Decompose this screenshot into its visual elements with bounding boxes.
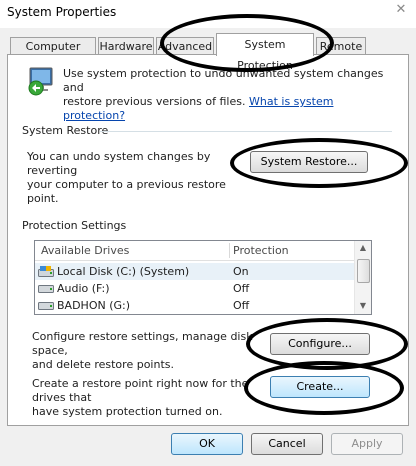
drive-protection: Off (233, 299, 250, 312)
drive-name: Local Disk (C:) (System) (57, 265, 190, 278)
ok-button[interactable]: OK (171, 433, 243, 455)
apply-button: Apply (331, 433, 403, 455)
create-line-2: have system protection turned on. (32, 405, 223, 418)
create-line-1: Create a restore point right now for the… (32, 377, 249, 404)
system-drive-icon (38, 266, 54, 277)
system-restore-button[interactable]: System Restore... (250, 151, 368, 173)
configure-button[interactable]: Configure... (270, 333, 370, 355)
tab-system-protection[interactable]: System Protection (216, 33, 314, 72)
create-description: Create a restore point right now for the… (32, 377, 277, 419)
drive-icon (38, 302, 54, 310)
create-button[interactable]: Create... (270, 376, 370, 398)
drives-scrollbar[interactable]: ▲ ▼ (354, 241, 371, 314)
intro-text: Use system protection to undo unwanted s… (63, 67, 393, 123)
drives-list[interactable]: Available Drives Protection Local Disk (… (34, 240, 372, 315)
system-protection-icon (27, 66, 59, 96)
system-restore-line-2: your computer to a previous restore poin… (27, 178, 226, 205)
scroll-thumb[interactable] (357, 259, 370, 283)
drive-protection: On (233, 265, 249, 278)
cancel-button[interactable]: Cancel (251, 433, 323, 455)
drive-row-f[interactable]: Audio (F:) Off (35, 280, 355, 297)
intro-line-2: restore previous versions of files. What… (63, 95, 393, 123)
intro-line-2-prefix: restore previous versions of files. (63, 95, 249, 108)
system-restore-divider (100, 131, 392, 132)
drive-icon (38, 285, 54, 293)
system-restore-heading: System Restore (22, 124, 109, 137)
system-restore-line-1: You can undo system changes by reverting (27, 150, 211, 177)
scroll-up-icon[interactable]: ▲ (355, 241, 371, 255)
tab-computer-name[interactable]: Computer Name (10, 37, 96, 70)
scroll-down-icon[interactable]: ▼ (355, 299, 371, 313)
configure-description: Configure restore settings, manage disk … (32, 330, 277, 372)
close-icon[interactable]: ✕ (393, 2, 409, 18)
system-restore-description: You can undo system changes by reverting… (27, 150, 257, 206)
column-divider (229, 243, 230, 258)
drive-row-c[interactable]: Local Disk (C:) (System) On (35, 263, 355, 280)
drive-row-g[interactable]: BADHON (G:) Off (35, 297, 355, 314)
column-available-drives[interactable]: Available Drives (41, 241, 129, 260)
configure-line-2: and delete restore points. (32, 358, 174, 371)
intro-line-1: Use system protection to undo unwanted s… (63, 67, 384, 94)
tab-hardware[interactable]: Hardware (98, 37, 154, 54)
protection-settings-heading: Protection Settings (22, 219, 127, 232)
drives-list-header: Available Drives Protection (35, 241, 355, 261)
column-protection[interactable]: Protection (233, 241, 289, 260)
configure-line-1: Configure restore settings, manage disk … (32, 330, 253, 357)
drive-name: BADHON (G:) (57, 299, 131, 312)
tab-remote[interactable]: Remote (316, 37, 366, 54)
drive-name: Audio (F:) (57, 282, 110, 295)
tab-advanced[interactable]: Advanced (156, 37, 214, 54)
drive-protection: Off (233, 282, 250, 295)
window-title: System Properties (7, 5, 117, 19)
